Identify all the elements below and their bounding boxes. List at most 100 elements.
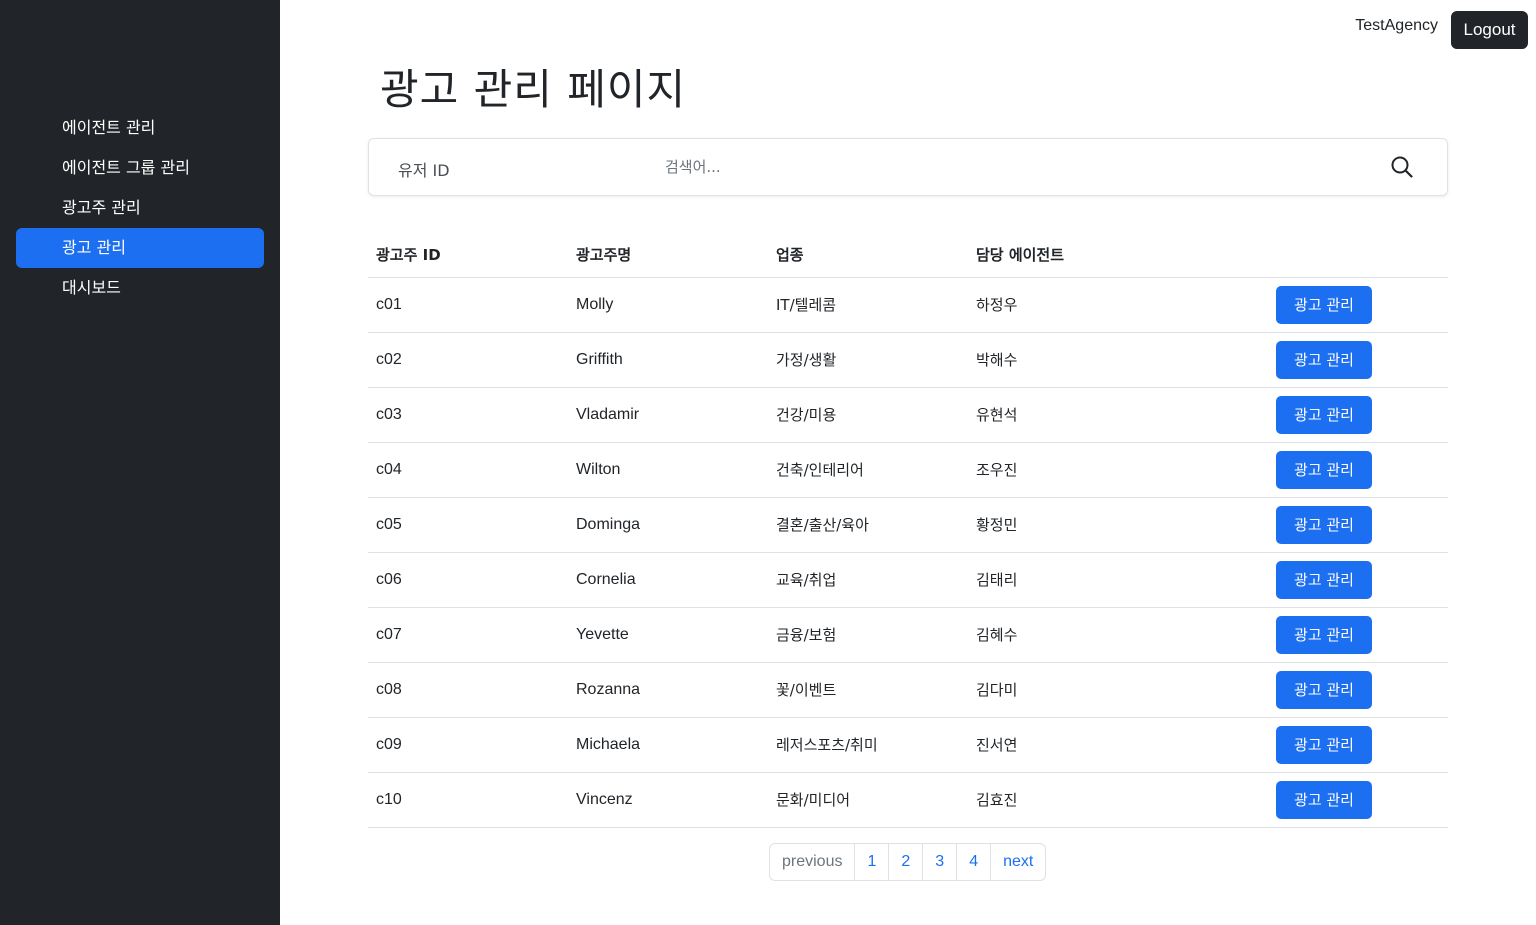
sidebar-item-agent-group-management[interactable]: 에이전트 그룹 관리 [16, 148, 264, 188]
column-header-agent: 담당 에이전트 [968, 233, 1268, 278]
column-header-advertiser-name: 광고주명 [568, 233, 768, 278]
agent-cell: 김효진 [968, 772, 1268, 828]
table-row: c05 Dominga 결혼/출산/육아 황정민 광고 관리 [368, 497, 1448, 553]
industry-cell: 금융/보험 [768, 607, 968, 663]
table-row: c02 Griffith 가정/생활 박해수 광고 관리 [368, 332, 1448, 388]
industry-cell: 꽃/이벤트 [768, 662, 968, 718]
advertiser-name-cell: Dominga [568, 497, 768, 553]
industry-cell: 건축/인테리어 [768, 442, 968, 498]
agent-cell: 박해수 [968, 332, 1268, 388]
agent-cell: 하정우 [968, 277, 1268, 333]
sidebar-item-agent-management[interactable]: 에이전트 관리 [16, 108, 264, 148]
table-row: c08 Rozanna 꽃/이벤트 김다미 광고 관리 [368, 662, 1448, 718]
table-body: c01 Molly IT/텔레콤 하정우 광고 관리 c02 Griffith 가정/생활 박해… [368, 277, 1448, 828]
pagination-next[interactable]: next [990, 844, 1045, 880]
action-cell: 광고 관리 [1268, 442, 1448, 498]
current-user-name: TestAgency [1355, 17, 1438, 34]
manage-ad-button[interactable]: 광고 관리 [1276, 615, 1372, 654]
action-cell: 광고 관리 [1268, 277, 1448, 333]
industry-cell: 가정/생활 [768, 332, 968, 388]
pagination-previous[interactable]: previous [770, 844, 854, 880]
pagination-page-3[interactable]: 3 [922, 844, 956, 880]
action-cell: 광고 관리 [1268, 772, 1448, 828]
search-bar: 유저 ID [368, 138, 1448, 196]
advertiser-id-cell: c03 [368, 387, 568, 443]
agent-cell: 유현석 [968, 387, 1268, 443]
industry-cell: 건강/미용 [768, 387, 968, 443]
column-header-industry: 업종 [768, 233, 968, 278]
advertiser-name-cell: Vladamir [568, 387, 768, 443]
advertiser-id-cell: c01 [368, 277, 568, 333]
table-row: c06 Cornelia 교육/취업 김태리 광고 관리 [368, 552, 1448, 608]
table-row: c01 Molly IT/텔레콤 하정우 광고 관리 [368, 277, 1448, 333]
advertiser-id-cell: c10 [368, 772, 568, 828]
manage-ad-button[interactable]: 광고 관리 [1276, 780, 1372, 819]
manage-ad-button[interactable]: 광고 관리 [1276, 670, 1372, 709]
manage-ad-button[interactable]: 광고 관리 [1276, 340, 1372, 379]
sidebar-item-dashboard[interactable]: 대시보드 [16, 268, 264, 308]
advertiser-name-cell: Michaela [568, 717, 768, 773]
manage-ad-button[interactable]: 광고 관리 [1276, 395, 1372, 434]
action-cell: 광고 관리 [1268, 552, 1448, 608]
advertiser-id-cell: c07 [368, 607, 568, 663]
page-title: 광고 관리 페이지 [380, 65, 687, 114]
advertiser-id-cell: c05 [368, 497, 568, 553]
action-cell: 광고 관리 [1268, 662, 1448, 718]
table-row: c07 Yevette 금융/보험 김혜수 광고 관리 [368, 607, 1448, 663]
sidebar-item-advertiser-management[interactable]: 광고주 관리 [16, 188, 264, 228]
advertiser-name-cell: Rozanna [568, 662, 768, 718]
column-header-action [1268, 233, 1448, 278]
industry-cell: 문화/미디어 [768, 772, 968, 828]
industry-cell: 레저스포츠/취미 [768, 717, 968, 773]
logout-button[interactable]: Logout [1451, 11, 1528, 49]
advertiser-name-cell: Vincenz [568, 772, 768, 828]
industry-cell: 결혼/출산/육아 [768, 497, 968, 553]
action-cell: 광고 관리 [1268, 717, 1448, 773]
table-row: c04 Wilton 건축/인테리어 조우진 광고 관리 [368, 442, 1448, 498]
advertiser-name-cell: Griffith [568, 332, 768, 388]
agent-cell: 진서연 [968, 717, 1268, 773]
table-row: c03 Vladamir 건강/미용 유현석 광고 관리 [368, 387, 1448, 443]
advertiser-name-cell: Cornelia [568, 552, 768, 608]
manage-ad-button[interactable]: 광고 관리 [1276, 725, 1372, 764]
action-cell: 광고 관리 [1268, 387, 1448, 443]
table-header-row: 광고주 ID 광고주명 업종 담당 에이전트 [368, 233, 1448, 278]
manage-ad-button[interactable]: 광고 관리 [1276, 450, 1372, 489]
sidebar: 에이전트 관리 에이전트 그룹 관리 광고주 관리 광고 관리 대시보드 [0, 0, 280, 925]
advertiser-id-cell: c08 [368, 662, 568, 718]
agent-cell: 김태리 [968, 552, 1268, 608]
table-row: c09 Michaela 레저스포츠/취미 진서연 광고 관리 [368, 717, 1448, 773]
advertiser-id-cell: c09 [368, 717, 568, 773]
advertiser-name-cell: Wilton [568, 442, 768, 498]
ad-table: 광고주 ID 광고주명 업종 담당 에이전트 c01 Molly IT/텔레콤 하정우… [368, 233, 1448, 828]
search-input[interactable] [665, 149, 1365, 185]
pagination-page-4[interactable]: 4 [956, 844, 990, 880]
industry-cell: 교육/취업 [768, 552, 968, 608]
column-header-advertiser-id: 광고주 ID [368, 233, 568, 278]
manage-ad-button[interactable]: 광고 관리 [1276, 560, 1372, 599]
advertiser-id-cell: c02 [368, 332, 568, 388]
search-field-label[interactable]: 유저 ID [398, 157, 450, 181]
search-icon [1391, 156, 1413, 178]
advertiser-id-cell: c04 [368, 442, 568, 498]
advertiser-name-cell: Yevette [568, 607, 768, 663]
manage-ad-button[interactable]: 광고 관리 [1276, 505, 1372, 544]
action-cell: 광고 관리 [1268, 332, 1448, 388]
advertiser-id-cell: c06 [368, 552, 568, 608]
industry-cell: IT/텔레콤 [768, 277, 968, 333]
sidebar-item-ad-management[interactable]: 광고 관리 [16, 228, 264, 268]
action-cell: 광고 관리 [1268, 607, 1448, 663]
pagination: previous 1 2 3 4 next [769, 843, 1047, 881]
table-row: c10 Vincenz 문화/미디어 김효진 광고 관리 [368, 772, 1448, 828]
action-cell: 광고 관리 [1268, 497, 1448, 553]
sidebar-nav: 에이전트 관리 에이전트 그룹 관리 광고주 관리 광고 관리 대시보드 [16, 108, 264, 308]
agent-cell: 황정민 [968, 497, 1268, 553]
manage-ad-button[interactable]: 광고 관리 [1276, 285, 1372, 324]
pagination-page-1[interactable]: 1 [854, 844, 888, 880]
advertiser-name-cell: Molly [568, 277, 768, 333]
agent-cell: 김혜수 [968, 607, 1268, 663]
agent-cell: 김다미 [968, 662, 1268, 718]
search-button[interactable] [1387, 155, 1417, 181]
agent-cell: 조우진 [968, 442, 1268, 498]
pagination-page-2[interactable]: 2 [888, 844, 922, 880]
